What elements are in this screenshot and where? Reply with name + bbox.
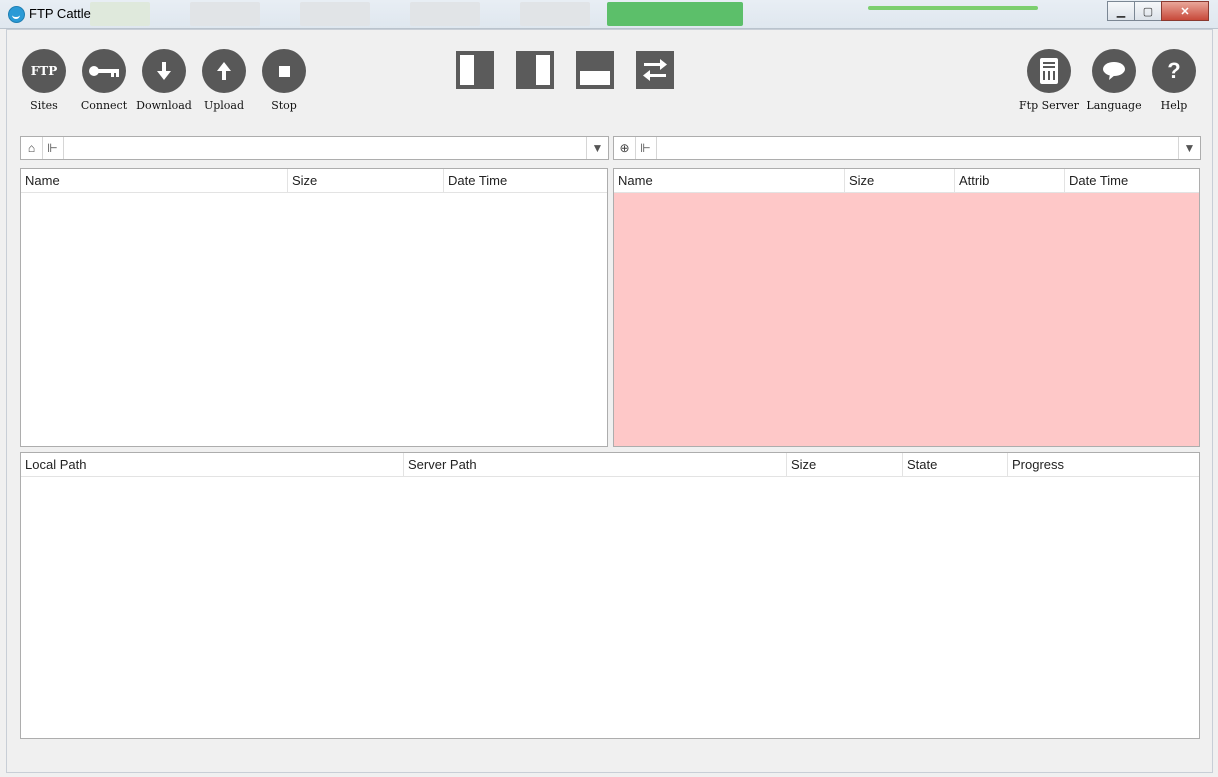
ftp-glyph: FTP — [30, 64, 58, 78]
swap-panes-button[interactable] — [636, 51, 674, 89]
title-bar: FTP Cattle ▁ ▢ ✕ — [0, 0, 1218, 29]
column-header-name[interactable]: Name — [21, 169, 288, 192]
queue-list-header: Local Path Server Path Size State Progre… — [21, 453, 1199, 477]
remote-path-bar: ⊕ ⊩ ▼ — [613, 136, 1201, 160]
window-title: FTP Cattle — [29, 6, 91, 21]
key-icon — [82, 49, 126, 93]
column-header-size[interactable]: Size — [288, 169, 444, 192]
stop-square — [278, 65, 290, 77]
globe-icon[interactable]: ⊕ — [614, 137, 636, 159]
upload-arrow-icon — [202, 49, 246, 93]
column-header-size[interactable]: Size — [845, 169, 955, 192]
help-button[interactable]: ? Help — [1139, 49, 1209, 112]
column-header-state[interactable]: State — [903, 453, 1008, 476]
local-list-header: Name Size Date Time — [21, 169, 607, 193]
stop-icon — [262, 49, 306, 93]
maximize-icon: ▢ — [1142, 5, 1154, 18]
local-path-dropdown[interactable]: ▼ — [586, 137, 608, 159]
download-arrow-icon — [142, 49, 186, 93]
column-header-name[interactable]: Name — [614, 169, 845, 192]
speech-bubble-icon — [1092, 49, 1136, 93]
folder-tree-icon[interactable]: ⊩ — [42, 137, 64, 159]
column-header-date-time[interactable]: Date Time — [444, 169, 607, 192]
remote-file-list[interactable]: Name Size Attrib Date Time — [613, 168, 1200, 447]
help-label: Help — [1160, 99, 1188, 112]
bottom-pane-layout-button[interactable] — [576, 51, 614, 89]
close-icon: ✕ — [1180, 5, 1190, 18]
dropdown-arrow-icon: ▼ — [591, 141, 604, 155]
local-file-list[interactable]: Name Size Date Time — [20, 168, 608, 447]
up-arrow-shape — [217, 62, 231, 80]
folder-tree-icon[interactable]: ⊩ — [635, 137, 657, 159]
maximize-button[interactable]: ▢ — [1134, 1, 1162, 21]
bottom-pane-layout-icon — [580, 71, 610, 85]
column-header-server-path[interactable]: Server Path — [404, 453, 787, 476]
ftp-server-label: Ftp Server — [1019, 99, 1079, 112]
ftp-icon: FTP — [22, 49, 66, 93]
left-pane-layout-button[interactable] — [456, 51, 494, 89]
column-header-attrib[interactable]: Attrib — [955, 169, 1065, 192]
right-pane-layout-button[interactable] — [516, 51, 554, 89]
server-shape — [1040, 58, 1058, 84]
swap-arrows-icon — [643, 59, 667, 81]
remote-list-header: Name Size Attrib Date Time — [614, 169, 1199, 193]
main-window: FTP Sites Connect Download Upload Stop F… — [6, 29, 1213, 773]
local-path-bar: ⌂ ⊩ ▼ — [20, 136, 609, 160]
stop-button[interactable]: Stop — [249, 49, 319, 112]
down-arrow-shape — [157, 62, 171, 80]
bubble-shape — [1103, 62, 1125, 80]
minimize-icon: ▁ — [1116, 5, 1126, 18]
local-path-input[interactable] — [67, 138, 586, 158]
left-pane-layout-icon — [460, 55, 474, 85]
transfer-queue-list[interactable]: Local Path Server Path Size State Progre… — [20, 452, 1200, 739]
help-icon: ? — [1152, 49, 1196, 93]
ftp-server-button[interactable]: Ftp Server — [1014, 49, 1084, 112]
right-pane-layout-icon — [536, 55, 550, 85]
column-header-date-time[interactable]: Date Time — [1065, 169, 1199, 192]
close-button[interactable]: ✕ — [1161, 1, 1209, 21]
help-glyph: ? — [1167, 58, 1181, 83]
stop-label: Stop — [271, 99, 297, 112]
remote-path-input[interactable] — [660, 138, 1178, 158]
server-icon — [1027, 49, 1071, 93]
dropdown-arrow-icon: ▼ — [1183, 141, 1196, 155]
column-header-progress[interactable]: Progress — [1008, 453, 1199, 476]
column-header-size[interactable]: Size — [787, 453, 903, 476]
column-header-local-path[interactable]: Local Path — [21, 453, 404, 476]
minimize-button[interactable]: ▁ — [1107, 1, 1135, 21]
app-logo-icon — [8, 6, 25, 23]
home-icon[interactable]: ⌂ — [21, 137, 43, 159]
key-shape — [89, 66, 119, 77]
remote-path-dropdown[interactable]: ▼ — [1178, 137, 1200, 159]
